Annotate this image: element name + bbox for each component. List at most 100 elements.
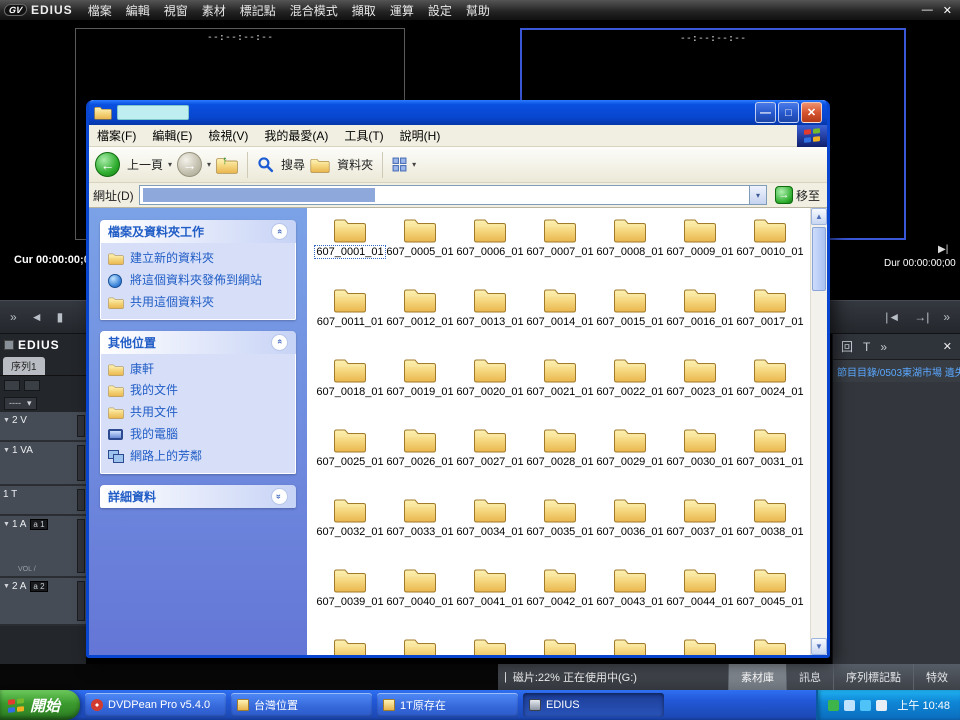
folders-icon[interactable] (310, 157, 330, 173)
folder-item[interactable]: 607_0043_01 (595, 562, 665, 632)
edius-tab-訊息[interactable]: 訊息 (786, 664, 833, 690)
folder-item[interactable]: 607_0030_01 (665, 422, 735, 492)
folder-item[interactable]: 607_0010_01 (735, 212, 805, 282)
folder-item[interactable]: 607_0045_01 (735, 562, 805, 632)
task-pane-link[interactable]: 康軒 (108, 363, 288, 377)
folder-item[interactable] (595, 632, 665, 655)
more-icon[interactable]: » (943, 310, 950, 324)
edius-menu-item[interactable]: 混合模式 (283, 2, 345, 19)
folder-item[interactable]: 607_0015_01 (595, 282, 665, 352)
taskbar-button-dvd[interactable]: DVDPean Pro v5.4.0 (85, 693, 226, 717)
timeline-tool-button[interactable] (24, 380, 40, 391)
folder-item[interactable] (735, 632, 805, 655)
address-dropdown-button[interactable]: ▾ (749, 186, 766, 204)
views-dropdown-icon[interactable]: ▾ (412, 160, 416, 169)
folder-item[interactable]: 607_0037_01 (665, 492, 735, 562)
track-header[interactable]: ▼1 VA (0, 442, 86, 486)
back-dropdown-icon[interactable]: ▾ (168, 160, 172, 169)
explorer-menu-item[interactable]: 我的最愛(A) (256, 127, 336, 144)
section-header[interactable]: 其他位置» (100, 331, 296, 354)
taskbar-button-folder[interactable]: 台灣位置 (231, 693, 372, 717)
explorer-menu-item[interactable]: 說明(H) (392, 127, 449, 144)
folder-item[interactable]: 607_0001_01 (315, 212, 385, 282)
folder-item[interactable]: 607_0007_01 (525, 212, 595, 282)
search-icon[interactable] (257, 156, 274, 173)
folders-label[interactable]: 資料夾 (337, 156, 373, 173)
scroll-up-button[interactable]: ▲ (811, 208, 827, 225)
bin-more-icon[interactable]: » (880, 340, 887, 354)
forward-dropdown-icon[interactable]: ▾ (207, 160, 211, 169)
tray-display-icon[interactable] (844, 700, 855, 711)
more-icon[interactable]: » (10, 310, 17, 324)
folder-item[interactable]: 607_0042_01 (525, 562, 595, 632)
tray-network-icon[interactable] (860, 700, 871, 711)
edius-tab-特效[interactable]: 特效 (913, 664, 960, 690)
folder-item[interactable]: 607_0012_01 (385, 282, 455, 352)
folder-item[interactable] (525, 632, 595, 655)
edius-tab-序列標記點[interactable]: 序列標記點 (833, 664, 913, 690)
folder-item[interactable]: 607_0018_01 (315, 352, 385, 422)
edius-menu-item[interactable]: 標記點 (233, 2, 283, 19)
go-button[interactable]: → 移至 (772, 186, 823, 204)
folder-item[interactable]: 607_0014_01 (525, 282, 595, 352)
folder-item[interactable]: 607_0013_01 (455, 282, 525, 352)
folder-item[interactable]: 607_0022_01 (595, 352, 665, 422)
edius-menu-item[interactable]: 編輯 (119, 2, 157, 19)
folder-item[interactable]: 607_0041_01 (455, 562, 525, 632)
scroll-down-button[interactable]: ▼ (811, 638, 827, 655)
track-header[interactable]: 1 T (0, 486, 86, 516)
folder-item[interactable]: 607_0008_01 (595, 212, 665, 282)
explorer-menu-item[interactable]: 檢視(V) (200, 127, 256, 144)
edius-menu-item[interactable]: 幫助 (459, 2, 497, 19)
folder-item[interactable]: 607_0026_01 (385, 422, 455, 492)
marker-icon[interactable]: ◄ (31, 310, 43, 324)
task-pane-link[interactable]: 我的文件 (108, 384, 288, 398)
folder-item[interactable]: 607_0033_01 (385, 492, 455, 562)
edius-close-button[interactable]: ✕ (943, 4, 952, 17)
back-label[interactable]: 上一頁 (127, 156, 163, 173)
task-pane-link[interactable]: 共用文件 (108, 406, 288, 420)
track-expand-icon[interactable]: ▼ (3, 417, 10, 424)
forward-button[interactable]: → (177, 152, 202, 177)
taskbar-button-edius[interactable]: EDIUS (523, 693, 664, 717)
play-next-icon[interactable]: ▶| (938, 244, 948, 255)
folder-item[interactable] (455, 632, 525, 655)
folder-item[interactable]: 607_0016_01 (665, 282, 735, 352)
folder-item[interactable]: 607_0031_01 (735, 422, 805, 492)
folder-item[interactable]: 607_0019_01 (385, 352, 455, 422)
edius-menu-item[interactable]: 運算 (383, 2, 421, 19)
next-edit-icon[interactable]: →| (914, 310, 929, 324)
bin-close-icon[interactable]: ✕ (943, 340, 952, 353)
folder-item[interactable]: 607_0038_01 (735, 492, 805, 562)
chevron-down-icon[interactable]: » (271, 488, 288, 505)
folder-item[interactable]: 607_0040_01 (385, 562, 455, 632)
chevron-up-icon[interactable]: » (271, 334, 288, 351)
tray-volume-icon[interactable] (876, 700, 887, 711)
track-header[interactable]: ▼1 Aa 1VOL / (0, 516, 86, 578)
section-header[interactable]: 檔案及資料夾工作» (100, 220, 296, 243)
folder-item[interactable]: 607_0029_01 (595, 422, 665, 492)
edius-menu-item[interactable]: 視窗 (157, 2, 195, 19)
minimize-button[interactable]: — (755, 102, 776, 123)
folder-item[interactable]: 607_0044_01 (665, 562, 735, 632)
sequence-tab[interactable]: 序列1 (3, 357, 45, 375)
edius-menu-item[interactable]: 設定 (421, 2, 459, 19)
folder-item[interactable]: 607_0028_01 (525, 422, 595, 492)
track-expand-icon[interactable]: ▼ (3, 583, 10, 590)
edius-minimize-button[interactable]: — (922, 4, 933, 17)
track-header[interactable]: ▼2 Aa 2 (0, 578, 86, 626)
explorer-titlebar[interactable]: — □ ✕ (89, 100, 827, 125)
timeline-tool-button[interactable] (4, 380, 20, 391)
folder-item[interactable]: 607_0024_01 (735, 352, 805, 422)
folder-item[interactable]: 607_0005_01 (385, 212, 455, 282)
edius-menu-item[interactable]: 檔案 (81, 2, 119, 19)
search-label[interactable]: 搜尋 (281, 156, 305, 173)
section-header[interactable]: 詳細資料» (100, 485, 296, 508)
scrollbar-thumb[interactable] (812, 227, 826, 291)
edius-menu-item[interactable]: 素材 (195, 2, 233, 19)
folder-item[interactable]: 607_0032_01 (315, 492, 385, 562)
start-button[interactable]: 開始 (0, 690, 80, 720)
folder-item[interactable] (665, 632, 735, 655)
folder-item[interactable] (385, 632, 455, 655)
folder-item[interactable]: 607_0036_01 (595, 492, 665, 562)
